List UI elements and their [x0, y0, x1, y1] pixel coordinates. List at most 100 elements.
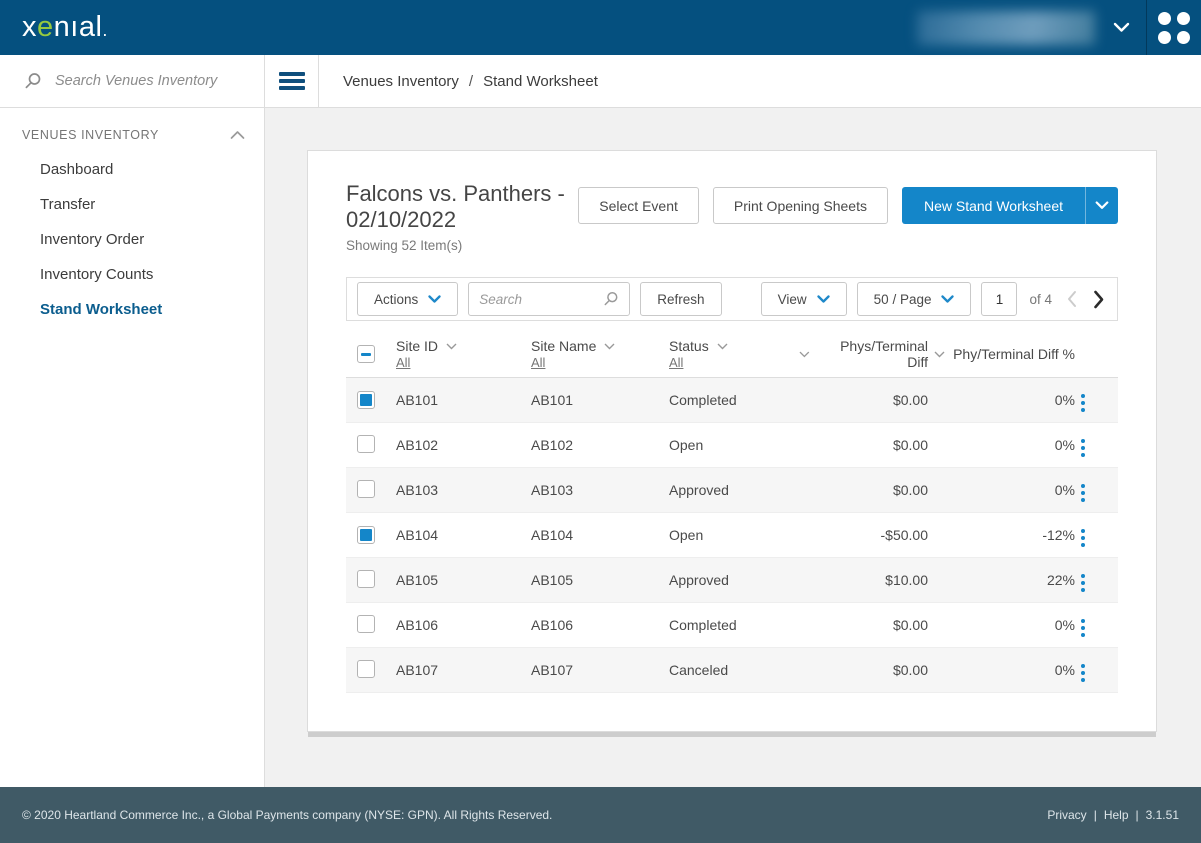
select-all-checkbox[interactable]: [357, 345, 375, 363]
table-row[interactable]: AB105AB105Approved$10.0022%: [346, 558, 1118, 603]
sidebar-nav: DashboardTransferInventory OrderInventor…: [0, 152, 264, 327]
page-size-dropdown[interactable]: 50 / Page: [857, 282, 972, 316]
toolbar-right: View 50 / Page of 4: [761, 282, 1107, 316]
logo-text-rest: nıal: [54, 11, 103, 43]
row-checkbox[interactable]: [357, 435, 375, 453]
sort-chevron-icon: [934, 351, 945, 358]
new-stand-worksheet-button[interactable]: New Stand Worksheet: [902, 187, 1085, 224]
table-body: AB101AB101Completed$0.000%AB102AB102Open…: [346, 378, 1118, 693]
status-filter[interactable]: All: [669, 355, 683, 370]
apps-grid-button[interactable]: [1147, 0, 1201, 55]
sidebar-item-transfer[interactable]: Transfer: [0, 187, 264, 222]
toolbar-left: Actions Refresh: [357, 282, 722, 316]
print-opening-sheets-button[interactable]: Print Opening Sheets: [713, 187, 888, 224]
row-checkbox[interactable]: [357, 660, 375, 678]
page-number-input[interactable]: [981, 282, 1017, 316]
cell-phy-terminal-diff-pct: 0%: [928, 482, 1075, 498]
table-row[interactable]: AB104AB104Open-$50.00-12%: [346, 513, 1118, 558]
logo-dot: .: [102, 20, 108, 40]
row-menu-icon[interactable]: [1075, 525, 1091, 551]
help-link[interactable]: Help: [1104, 808, 1129, 822]
breadcrumb: Venues Inventory / Stand Worksheet: [319, 55, 598, 107]
chevron-down-icon: [941, 295, 954, 304]
column-phy-terminal-diff-pct[interactable]: Phy/Terminal Diff %: [928, 331, 1075, 377]
refresh-button[interactable]: Refresh: [640, 282, 721, 316]
sidebar-section: VENUES INVENTORY DashboardTransferInvent…: [0, 108, 264, 327]
row-checkbox[interactable]: [357, 570, 375, 588]
cell-site-id: AB107: [396, 662, 531, 678]
user-menu[interactable]: [917, 11, 1130, 45]
breadcrumb-bar: Venues Inventory / Stand Worksheet: [265, 55, 1201, 108]
cell-site-name: AB104: [531, 527, 669, 543]
table-row[interactable]: AB106AB106Completed$0.000%: [346, 603, 1118, 648]
cell-phy-terminal-diff-pct: -12%: [928, 527, 1075, 543]
breadcrumb-stand-worksheet[interactable]: Stand Worksheet: [483, 73, 598, 90]
new-stand-worksheet-menu-button[interactable]: [1085, 187, 1118, 224]
cell-site-id: AB104: [396, 527, 531, 543]
sort-chevron-icon: [446, 343, 457, 350]
site-id-filter[interactable]: All: [396, 355, 410, 370]
cell-phys-terminal-diff: $0.00: [799, 482, 928, 498]
actions-dropdown[interactable]: Actions: [357, 282, 458, 316]
column-site-name[interactable]: Site Name: [531, 338, 669, 354]
chevron-down-icon: [817, 295, 830, 304]
prev-page-icon[interactable]: [1064, 290, 1080, 308]
row-checkbox[interactable]: [357, 480, 375, 498]
cell-status: Canceled: [669, 662, 799, 678]
cell-site-id: AB102: [396, 437, 531, 453]
view-label: View: [778, 292, 807, 307]
xenial-logo[interactable]: xenıal.: [22, 13, 108, 42]
column-site-id[interactable]: Site ID: [396, 338, 531, 354]
next-page-icon[interactable]: [1090, 290, 1107, 309]
cell-site-name: AB102: [531, 437, 669, 453]
sidebar-item-dashboard[interactable]: Dashboard: [0, 152, 264, 187]
view-dropdown[interactable]: View: [761, 282, 847, 316]
row-menu-icon[interactable]: [1075, 660, 1091, 686]
column-phys-terminal-diff[interactable]: Phys/Terminal Diff: [799, 331, 928, 377]
sidebar-section-header[interactable]: VENUES INVENTORY: [0, 128, 264, 142]
table-row[interactable]: AB103AB103Approved$0.000%: [346, 468, 1118, 513]
row-menu-icon[interactable]: [1075, 480, 1091, 506]
sidebar-item-stand-worksheet[interactable]: Stand Worksheet: [0, 292, 264, 327]
menu-toggle-button[interactable]: [265, 55, 319, 107]
cell-phys-terminal-diff: -$50.00: [799, 527, 928, 543]
cell-phys-terminal-diff: $0.00: [799, 617, 928, 633]
table-row[interactable]: AB107AB107Canceled$0.000%: [346, 648, 1118, 693]
apps-grid-icon: [1158, 12, 1190, 44]
sidebar-item-inventory-order[interactable]: Inventory Order: [0, 222, 264, 257]
table-row[interactable]: AB101AB101Completed$0.000%: [346, 378, 1118, 423]
breadcrumb-venues-inventory[interactable]: Venues Inventory: [343, 73, 459, 90]
cell-site-name: AB106: [531, 617, 669, 633]
refresh-label: Refresh: [657, 292, 704, 307]
page-title: Falcons vs. Panthers - 02/10/2022: [346, 181, 578, 233]
sort-chevron-icon: [799, 351, 810, 358]
page-total: of 4: [1029, 292, 1052, 307]
sidebar-item-inventory-counts[interactable]: Inventory Counts: [0, 257, 264, 292]
sort-chevron-icon: [604, 343, 615, 350]
row-checkbox[interactable]: [357, 526, 375, 544]
privacy-link[interactable]: Privacy: [1047, 808, 1086, 822]
sidebar-search: [0, 55, 264, 108]
header-actions: Select Event Print Opening Sheets New St…: [578, 187, 1118, 253]
table-search-input[interactable]: [479, 292, 603, 307]
column-status[interactable]: Status: [669, 338, 799, 354]
select-event-button[interactable]: Select Event: [578, 187, 699, 224]
row-checkbox[interactable]: [357, 391, 375, 409]
row-menu-icon[interactable]: [1075, 390, 1091, 416]
actions-label: Actions: [374, 292, 418, 307]
site-name-filter[interactable]: All: [531, 355, 545, 370]
middle-region: VENUES INVENTORY DashboardTransferInvent…: [0, 55, 1201, 787]
row-checkbox[interactable]: [357, 615, 375, 633]
logo-text-x: x: [22, 11, 37, 43]
row-menu-icon[interactable]: [1075, 615, 1091, 641]
row-menu-icon[interactable]: [1075, 435, 1091, 461]
sidebar-search-input[interactable]: [55, 73, 250, 89]
row-menu-icon[interactable]: [1075, 570, 1091, 596]
content-area: Falcons vs. Panthers - 02/10/2022 Showin…: [265, 108, 1201, 787]
page-size-label: 50 / Page: [874, 292, 932, 307]
table-toolbar: Actions Refresh: [346, 277, 1118, 321]
table-row[interactable]: AB102AB102Open$0.000%: [346, 423, 1118, 468]
collapse-chevron-up-icon: [230, 130, 245, 140]
cell-site-id: AB106: [396, 617, 531, 633]
footer-separator: |: [1094, 808, 1097, 822]
